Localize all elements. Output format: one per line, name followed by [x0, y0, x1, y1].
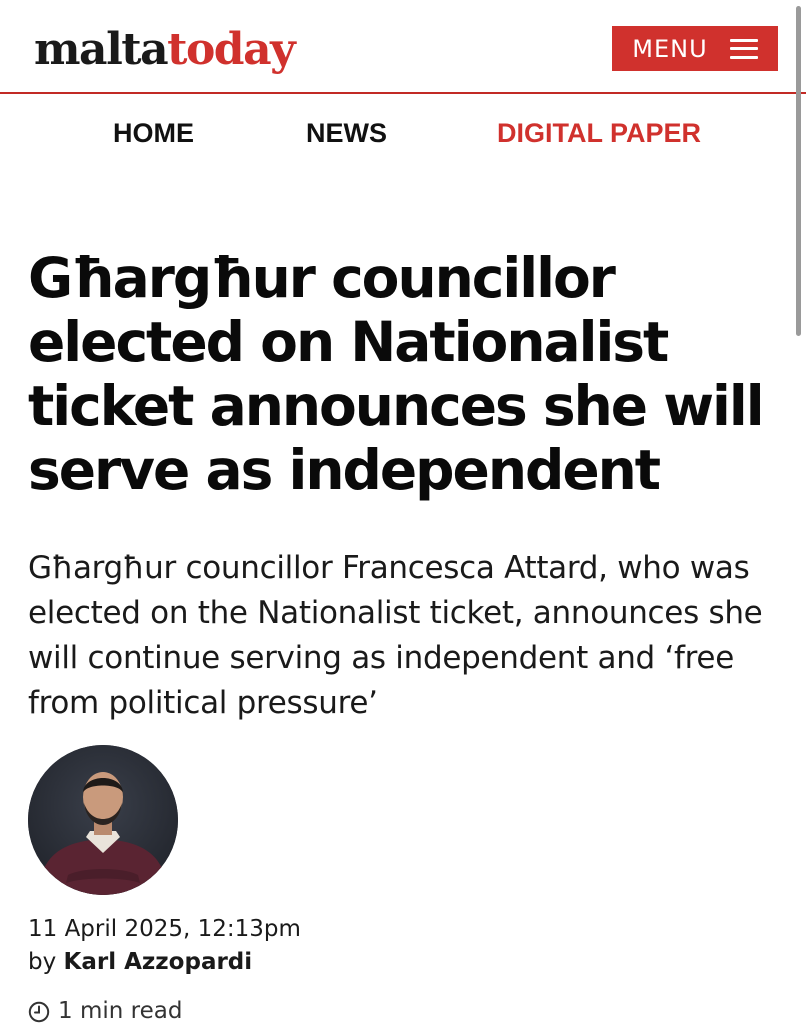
- logo-text-malta: malta: [34, 24, 169, 75]
- author-photo: [28, 745, 178, 895]
- hamburger-icon: [729, 38, 758, 59]
- nav-item-home[interactable]: HOME: [113, 112, 194, 154]
- menu-button[interactable]: MENU: [612, 26, 778, 71]
- site-logo[interactable]: maltatoday: [34, 22, 296, 78]
- read-time: 1 min read: [28, 995, 182, 1027]
- menu-label: MENU: [632, 34, 708, 63]
- author-link[interactable]: Karl Azzopardi: [64, 949, 253, 975]
- author-avatar[interactable]: [28, 745, 178, 895]
- byline-prefix: by: [28, 949, 64, 975]
- nav-item-news[interactable]: NEWS: [306, 112, 387, 154]
- clock-icon: [28, 1000, 50, 1023]
- article-standfirst: Għargħur councillor Francesca Attard, wh…: [28, 550, 763, 721]
- article-byline: by Karl Azzopardi: [28, 946, 252, 978]
- logo-text-today: today: [167, 24, 296, 75]
- site-header: maltatoday MENU: [0, 0, 806, 94]
- article-date: 11 April 2025, 12:13pm: [28, 916, 301, 942]
- read-time-label: 1 min read: [58, 998, 183, 1024]
- article-headline: Għargħur councillor elected on Nationali…: [28, 246, 765, 502]
- page-scrollbar[interactable]: [796, 6, 801, 336]
- nav-item-digital-paper[interactable]: DIGITAL PAPER: [497, 112, 701, 154]
- main-nav: HOME NEWS DIGITAL PAPER: [0, 112, 806, 154]
